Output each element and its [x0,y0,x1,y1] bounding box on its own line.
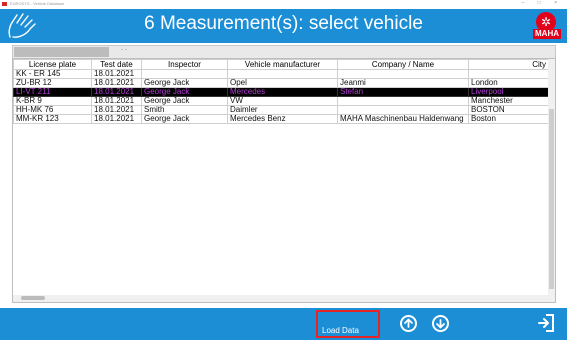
cell-city: Boston [468,114,549,124]
arrow-up-icon [404,318,413,328]
col-header-test-date[interactable]: Test date [91,59,142,70]
cell-test-date: 18.01.2021 [91,87,142,97]
horizontal-scrollbar[interactable] [13,295,548,302]
col-header-license-plate[interactable]: License plate [13,59,92,70]
app-icon [2,2,7,6]
table-row[interactable]: K-BR 9 18.01.2021 George Jack VW Manches… [13,96,549,106]
cell-manufacturer: Daimler [227,105,338,115]
cell-company: Stefan [337,87,469,97]
filter-bar[interactable]: . . [12,45,556,59]
cell-company: MAHA Maschinenbau Haldenwang [337,114,469,124]
scroll-up-button[interactable] [400,315,417,332]
col-header-company-name[interactable]: Company / Name [337,59,469,70]
page-title: 6 Measurement(s): select vehicle [144,13,423,34]
cell-test-date: 18.01.2021 [91,69,142,79]
col-header-inspector[interactable]: Inspector [141,59,228,70]
table-row-selected[interactable]: LI-VT 211 18.01.2021 George Jack Mercede… [13,87,549,97]
cell-test-date: 18.01.2021 [91,105,142,115]
cell-company [337,96,469,106]
vertical-scrollbar-thumb[interactable] [549,109,554,289]
scroll-down-button[interactable] [432,315,449,332]
exit-icon[interactable] [536,313,556,333]
table-row[interactable]: ZU-BR 12 18.01.2021 George Jack Opel Jea… [13,78,549,88]
cell-city: BOSTON [468,105,549,115]
table-row[interactable]: HH-MK 76 18.01.2021 Smith Daimler BOSTON [13,105,549,115]
arrow-down-icon [436,319,445,329]
cell-inspector [141,69,228,79]
footer-bar: Load Data [0,308,567,340]
cell-manufacturer: VW [227,96,338,106]
table-header-row: License plate Test date Inspector Vehicl… [13,59,549,70]
cell-license-plate: HH-MK 76 [13,105,92,115]
vertical-scrollbar[interactable] [548,59,555,302]
cell-city [468,69,549,79]
horizontal-scrollbar-thumb[interactable] [21,296,45,300]
cell-license-plate: LI-VT 211 [13,87,92,97]
col-header-city[interactable]: City [468,59,549,70]
logo-wordmark: MAHA [533,29,561,39]
cell-inspector: George Jack [141,96,228,106]
window-controls[interactable]: – □ × [522,0,564,6]
maha-logo: ✲ MAHA [533,12,561,39]
cell-city: Manchester [468,96,549,106]
cell-test-date: 18.01.2021 [91,78,142,88]
cell-manufacturer: Opel [227,78,338,88]
cell-company: Jeanmi [337,78,469,88]
header-bar: 6 Measurement(s): select vehicle ✲ MAHA [0,9,567,43]
cell-license-plate: MM-KR 123 [13,114,92,124]
table-row[interactable]: KK - ER 145 18.01.2021 [13,69,549,79]
cell-company [337,105,469,115]
cell-license-plate: K-BR 9 [13,96,92,106]
cell-manufacturer: Mercedes [227,87,338,97]
cell-company [337,69,469,79]
filter-field[interactable] [14,47,109,57]
cell-test-date: 18.01.2021 [91,96,142,106]
cell-license-plate: ZU-BR 12 [13,78,92,88]
table-row[interactable]: MM-KR 123 18.01.2021 George Jack Mercede… [13,114,549,124]
filter-dots: . . [121,45,127,52]
cell-inspector: George Jack [141,78,228,88]
cell-test-date: 18.01.2021 [91,114,142,124]
cell-inspector: Smith [141,105,228,115]
cell-inspector: George Jack [141,87,228,97]
cell-city: Liverpool [468,87,549,97]
vehicle-table: License plate Test date Inspector Vehicl… [12,58,556,303]
load-data-button[interactable]: Load Data [316,310,380,338]
cell-manufacturer: Mercedes Benz [227,114,338,124]
cell-manufacturer [227,69,338,79]
cell-license-plate: KK - ER 145 [13,69,92,79]
col-header-vehicle-manufacturer[interactable]: Vehicle manufacturer [227,59,338,70]
cell-inspector: George Jack [141,114,228,124]
cell-city: London [468,78,549,88]
window-title: EUROSYS - Vehicle Database [10,1,65,6]
